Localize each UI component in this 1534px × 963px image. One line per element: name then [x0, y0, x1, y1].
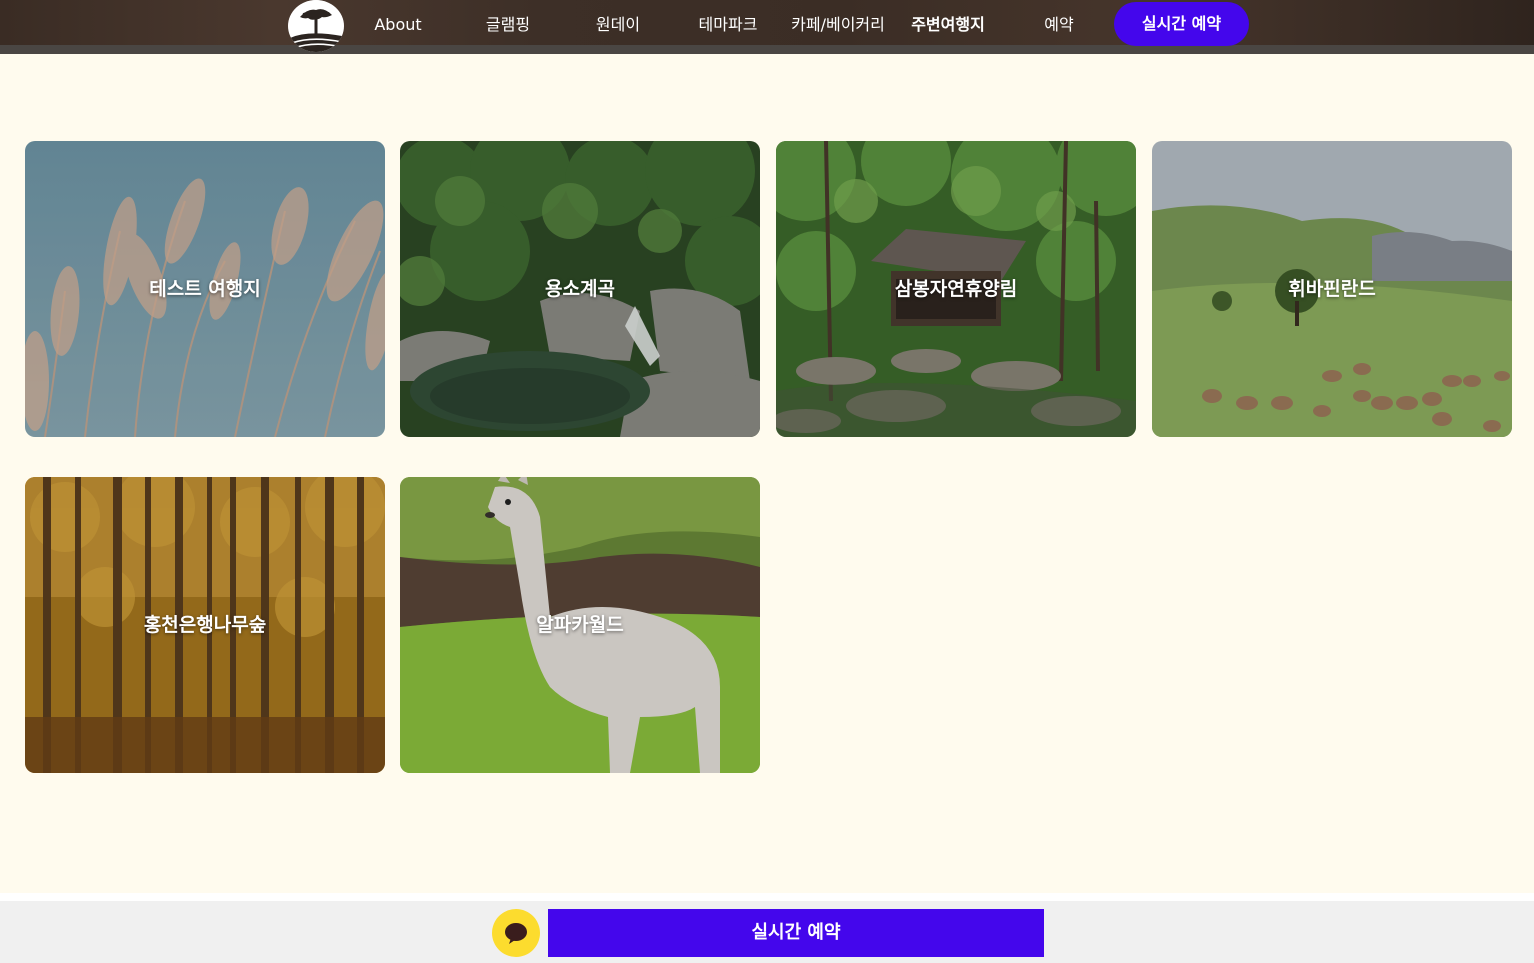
destination-title: 삼봉자연휴양림 — [894, 278, 1018, 300]
nav-nearby-travel[interactable]: 주변여행지 — [904, 14, 992, 36]
nav-cafe-bakery[interactable]: 카페/베이커리 — [784, 14, 892, 36]
destination-card-test[interactable]: 테스트 여행지 — [25, 141, 385, 437]
kakao-chat-icon — [505, 923, 527, 944]
destination-card-hongcheon-ginkgo[interactable]: 홍천은행나무숲 — [25, 477, 385, 773]
destination-card-yongso-valley[interactable]: 용소계곡 — [400, 141, 760, 437]
destination-card-huiba-finland[interactable]: 휘바핀란드 — [1152, 141, 1512, 437]
top-navigation-bar — [0, 0, 1534, 45]
nav-glamping[interactable]: 글램핑 — [478, 14, 538, 36]
footer-spacer — [0, 893, 1534, 901]
destination-title: 테스트 여행지 — [149, 278, 261, 300]
tree-on-hill-logo-icon[interactable] — [288, 0, 344, 52]
realtime-reservation-button[interactable]: 실시간 예약 — [1114, 2, 1249, 46]
destination-card-alpaca-world[interactable]: 알파카월드 — [400, 477, 760, 773]
destination-title: 용소계곡 — [545, 278, 615, 300]
kakao-chat-button[interactable] — [492, 909, 540, 957]
destination-title: 알파카월드 — [536, 614, 624, 636]
footer-realtime-reservation-button[interactable]: 실시간 예약 — [548, 909, 1044, 957]
nav-themepark[interactable]: 테마파크 — [690, 14, 766, 36]
destination-title: 휘바핀란드 — [1288, 278, 1376, 300]
header-divider — [0, 45, 1534, 54]
nav-reservation[interactable]: 예약 — [1034, 14, 1084, 36]
destination-title: 홍천은행나무숲 — [143, 614, 267, 636]
nav-about[interactable]: About — [368, 14, 428, 36]
nav-oneday[interactable]: 원데이 — [588, 14, 648, 36]
destination-card-sambong-forest[interactable]: 삼봉자연휴양림 — [776, 141, 1136, 437]
